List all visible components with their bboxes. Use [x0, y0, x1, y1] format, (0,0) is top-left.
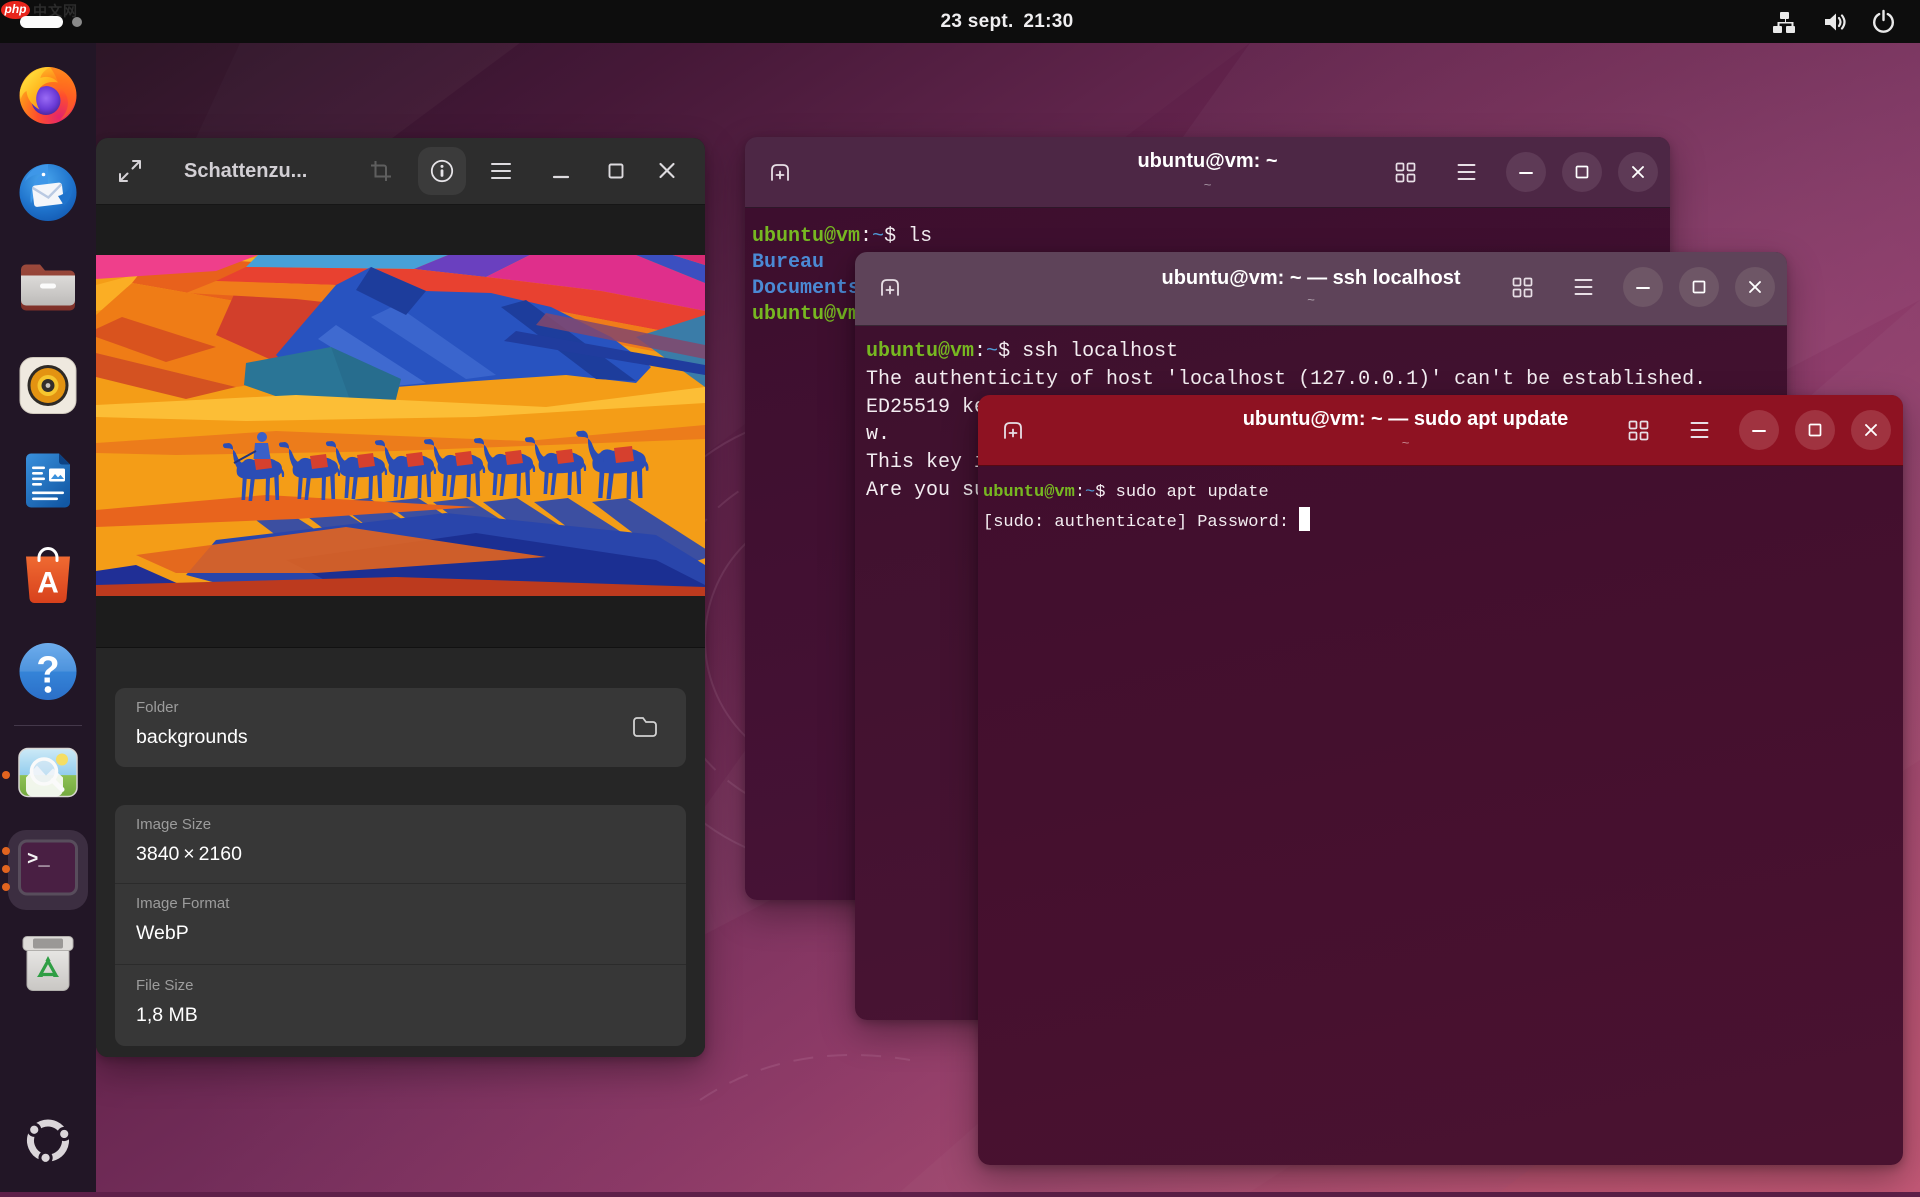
svg-text:?: ? [36, 650, 59, 692]
svg-text:A: A [37, 567, 59, 600]
svg-text:>_: >_ [27, 849, 50, 871]
